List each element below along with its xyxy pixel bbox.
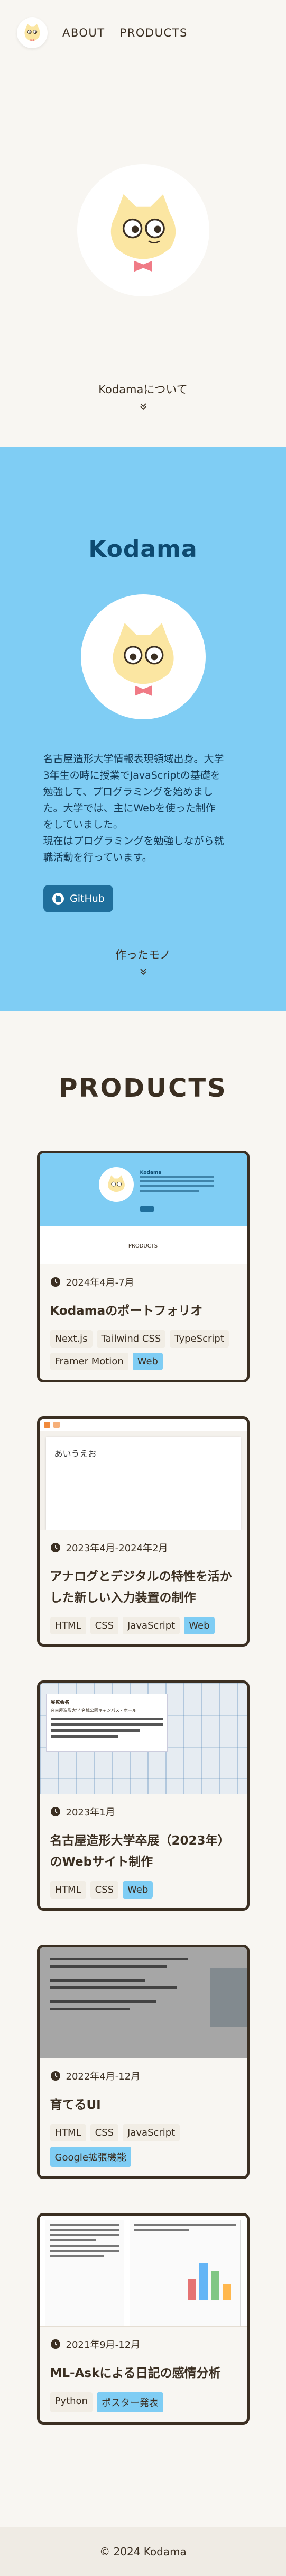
clock-icon	[50, 1543, 60, 1552]
scroll-products-label: 作ったモノ	[115, 948, 171, 961]
double-chevron-down-icon	[140, 969, 146, 975]
product-thumbnail: 展覧会名 名古屋造形大学 名城公園キャンパス・ホール	[39, 1683, 247, 1794]
github-label: GitHub	[70, 893, 105, 905]
product-thumbnail: あいうえお	[39, 1419, 247, 1530]
clock-icon	[50, 2339, 60, 2349]
product-title: 名古屋造形大学卒展（2023年）のWebサイト制作	[50, 1834, 230, 1869]
products-title: PRODUCTS	[59, 1073, 227, 1103]
clock-icon	[50, 1807, 60, 1816]
product-tags: HTML CSS JavaScript Google拡張機能	[50, 2124, 236, 2167]
product-date: 2021年9月-12月	[50, 2337, 236, 2351]
about-section: Kodama 名古屋造形大学情報表現領域出身。大学 3年生の時に授業でJavaS…	[0, 447, 286, 1011]
product-tag: Next.js	[50, 1330, 93, 1348]
product-category-tag: ポスター発表	[96, 2392, 163, 2412]
product-card[interactable]: あいうえお 2023年4月-2024年2月 アナログとデジタルの特性を活かした新…	[36, 1416, 250, 1647]
product-thumbnail: Kodama PRODUCTS	[39, 1153, 247, 1264]
hero-avatar	[77, 164, 209, 296]
clock-icon	[50, 1277, 60, 1287]
github-button[interactable]: GitHub	[43, 885, 113, 912]
product-tag: HTML	[50, 1617, 86, 1634]
product-date: 2022年4月-12月	[50, 2069, 236, 2083]
scroll-about-label: Kodamaについて	[98, 383, 188, 396]
product-thumbnail	[39, 1947, 247, 2058]
about-avatar	[80, 594, 206, 719]
product-tag: TypeScript	[170, 1330, 229, 1348]
product-date: 2024年4月-7月	[50, 1275, 236, 1289]
product-tag: JavaScript	[123, 1617, 180, 1634]
product-title: Kodamaのポートフォリオ	[50, 1304, 203, 1318]
product-title: アナログとデジタルの特性を活かした新しい入力装置の制作	[50, 1570, 232, 1605]
product-tag: CSS	[90, 1617, 119, 1634]
product-thumbnail	[39, 2216, 247, 2327]
product-tag: JavaScript	[123, 2124, 180, 2141]
owl-character-icon	[112, 623, 174, 696]
scroll-to-products[interactable]: 作ったモノ	[0, 946, 286, 976]
product-date: 2023年1月	[50, 1805, 236, 1819]
product-title: 育てるUI	[50, 2098, 101, 2112]
product-category-tag: Web	[132, 1353, 163, 1370]
product-card[interactable]: 2022年4月-12月 育てるUI HTML CSS JavaScript Go…	[36, 1945, 250, 2179]
products-section: PRODUCTS Kodama PRODUCTS 2024年4月-7月 Koda…	[0, 1011, 286, 2527]
owl-logo-icon	[24, 24, 40, 41]
product-category-tag: Google拡張機能	[50, 2147, 131, 2167]
double-chevron-down-icon	[140, 403, 146, 410]
copyright: © 2024 Kodama	[99, 2545, 187, 2558]
product-tag: Python	[50, 2392, 93, 2412]
clock-icon	[50, 2071, 60, 2081]
nav-about[interactable]: ABOUT	[62, 26, 105, 39]
scroll-to-about[interactable]: Kodamaについて	[0, 381, 286, 411]
product-category-tag: Web	[184, 1617, 215, 1634]
about-description: 名古屋造形大学情報表現領域出身。大学 3年生の時に授業でJavaScriptの基…	[43, 753, 224, 863]
product-tag: CSS	[90, 1881, 119, 1899]
product-card[interactable]: 展覧会名 名古屋造形大学 名城公園キャンパス・ホール 2023年1月 名古屋造形…	[36, 1680, 250, 1911]
site-header: ABOUT PRODUCTS	[0, 0, 286, 66]
product-tag: HTML	[50, 2124, 86, 2141]
owl-character-icon	[110, 194, 176, 272]
product-tags: Next.js Tailwind CSS TypeScript Framer M…	[50, 1330, 236, 1370]
nav-products[interactable]: PRODUCTS	[120, 26, 188, 39]
product-tags: HTML CSS Web	[50, 1881, 236, 1899]
logo[interactable]	[17, 17, 48, 48]
hero-section: Kodamaについて	[0, 66, 286, 447]
product-card[interactable]: 2021年9月-12月 ML-Askによる日記の感情分析 Python ポスター…	[36, 2213, 250, 2425]
product-tag: Framer Motion	[50, 1353, 128, 1370]
product-card[interactable]: Kodama PRODUCTS 2024年4月-7月 Kodamaのポートフォリ…	[36, 1151, 250, 1382]
product-tag: CSS	[90, 2124, 119, 2141]
product-date: 2023年4月-2024年2月	[50, 1541, 236, 1554]
site-footer: © 2024 Kodama	[0, 2527, 286, 2576]
product-tag: HTML	[50, 1881, 86, 1899]
github-icon	[52, 893, 64, 905]
product-title: ML-Askによる日記の感情分析	[50, 2366, 221, 2380]
product-tags: Python ポスター発表	[50, 2392, 236, 2412]
product-tag: Tailwind CSS	[96, 1330, 166, 1348]
product-category-tag: Web	[123, 1881, 153, 1899]
about-title: Kodama	[88, 536, 198, 563]
product-tags: HTML CSS JavaScript Web	[50, 1617, 236, 1634]
